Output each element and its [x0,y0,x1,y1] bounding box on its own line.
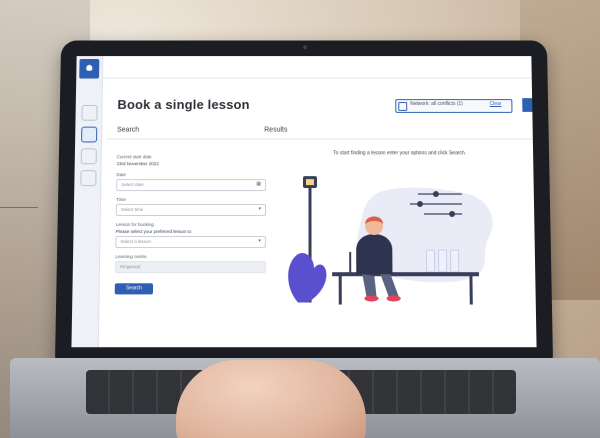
results-empty-message: To start finding a lesson enter your opt… [333,150,467,157]
slider-knob [416,201,424,207]
chevron-down-icon: ▾ [258,205,261,212]
network-icon [398,102,408,111]
sidebar [71,56,104,348]
lesson-select[interactable]: Select a lesson ▾ [115,236,266,249]
lamp-light [306,179,315,186]
chevron-down-icon: ▾ [258,238,261,245]
person-shoe [386,295,401,302]
lesson-label: Lesson for booking [115,221,154,227]
date-label: Date [116,172,126,178]
bench-slat [438,250,446,272]
settings-icon[interactable] [80,170,97,187]
page-title: Book a single lesson [117,97,250,112]
bench-slat [451,250,459,272]
webcam [303,45,307,50]
date-placeholder: Select date [121,182,144,188]
calendar-icon[interactable] [81,126,98,143]
results-heading: Results [264,126,288,134]
person-shoe [364,295,379,302]
laptop-screen: Book a single lesson Network: all confli… [71,56,537,348]
top-bar [76,56,532,79]
photo-scene: Book a single lesson Network: all confli… [0,0,600,438]
laptop-lid: Book a single lesson Network: all confli… [54,40,554,372]
current-date-label: Current start date [116,154,152,160]
time-field[interactable]: Select time ▾ [115,204,266,216]
calendar-small-icon: ▦ [256,181,262,188]
network-pill-text: Network: all conflicts (1) [410,101,463,107]
person-body [356,233,393,275]
bench-seat [332,272,479,277]
side-tab[interactable] [522,98,533,112]
background-line [0,207,38,208]
network-pill-clear-link[interactable]: Clear [490,101,502,107]
learning-centre-value: Ringwood [120,264,141,270]
user-icon[interactable] [80,148,97,165]
current-date-value: 23rd November 2022 [116,161,159,167]
network-filter-pill[interactable]: Network: all conflicts (1) Clear [395,99,513,113]
search-heading: Search [117,126,140,134]
bench-slat [426,250,434,272]
person-leg [362,274,377,297]
search-button[interactable]: Search [114,283,154,295]
plant [288,253,327,303]
hand [176,360,366,438]
search-form: Current start date 23rd November 2022 Da… [114,148,267,295]
section-headings: Search Results [106,122,533,140]
search-button-label: Search [125,285,142,292]
lesson-help-text: Please select your preferred lesson to [115,228,192,234]
learning-centre-field: Ringwood [114,261,266,274]
date-field[interactable]: Select date ▦ [116,179,267,192]
learning-centre-label: Learning centre [115,254,147,260]
time-label: Time [116,197,126,203]
empty-state-illustration [288,176,494,325]
lesson-placeholder: Select a lesson [120,239,152,245]
logo-mark [86,64,93,71]
time-placeholder: Select time [120,206,144,212]
home-icon[interactable] [81,105,98,121]
logo-icon[interactable] [79,59,100,79]
